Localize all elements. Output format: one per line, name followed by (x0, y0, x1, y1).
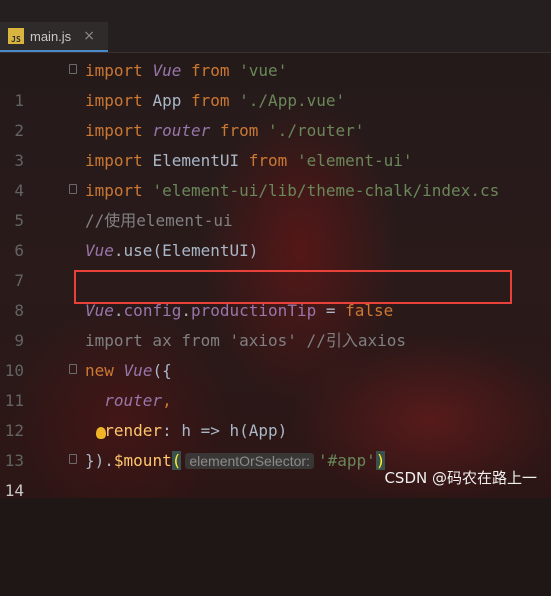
keyword: import (85, 91, 143, 110)
matched-paren: ( (171, 451, 182, 470)
identifier: ElementUI (152, 151, 240, 170)
line-number: 14 (4, 481, 24, 500)
keyword: from (190, 91, 230, 110)
identifier: router (152, 121, 211, 140)
keyword: new (85, 361, 114, 380)
code-line: 13 render: h => h(App) (0, 416, 551, 470)
code-line: 12 router, (0, 386, 551, 440)
punctuation: }). (85, 451, 114, 470)
method-key: render (104, 421, 163, 440)
keyword: import (85, 121, 143, 140)
keyword: import (85, 151, 143, 170)
string: './App.vue' (239, 91, 346, 110)
close-icon[interactable]: × (83, 28, 95, 44)
fold-icon[interactable] (69, 64, 77, 74)
code-line: 2 import App from './App.vue' (0, 86, 551, 140)
string: './router' (268, 121, 365, 140)
string: 'element-ui' (296, 151, 413, 170)
keyword: from (190, 61, 230, 80)
identifier: Vue (152, 61, 182, 80)
method-name: $mount (113, 451, 172, 470)
code-line: 3 import router from './router' (0, 116, 551, 170)
identifier: Vue (123, 361, 153, 380)
keyword: from (219, 121, 259, 140)
code-line: 5 import 'element-ui/lib/theme-chalk/ind… (0, 176, 551, 230)
fold-icon[interactable] (69, 184, 77, 194)
tab-filename: main.js (30, 28, 72, 44)
watermark: CSDN @码农在路上一 (384, 469, 537, 487)
fold-icon[interactable] (69, 364, 77, 374)
code-line: 4 import ElementUI from 'element-ui' (0, 146, 551, 200)
identifier: App (152, 91, 182, 110)
code-line: 7 Vue.use(ElementUI) (0, 236, 551, 290)
keyword: import (85, 181, 143, 200)
annotation-highlight-box (74, 270, 512, 304)
keyword: import (85, 61, 143, 80)
editor-tab-bar: JS main.js × (0, 0, 551, 53)
arrow-function: : h => h(App) (162, 421, 288, 440)
code-line: 11 new Vue({ (0, 356, 551, 410)
identifier: Vue (85, 241, 114, 260)
comment: //使用element-ui (85, 211, 233, 230)
string: 'vue' (239, 61, 288, 80)
punctuation: , (162, 391, 172, 410)
code-line: 1 import Vue from 'vue' (0, 56, 551, 110)
parameter-hint: elementOrSelector: (185, 453, 314, 469)
code-line: 6 //使用element-ui (0, 206, 551, 260)
fold-icon[interactable] (69, 454, 77, 464)
js-file-icon: JS (8, 28, 24, 44)
string: '#app' (317, 451, 376, 470)
unused-import: import ax from 'axios' //引入axios (85, 331, 406, 350)
method-call: .use(ElementUI) (113, 241, 259, 260)
property: router (104, 391, 163, 410)
lightbulb-icon[interactable] (96, 427, 106, 439)
tab-main-js[interactable]: JS main.js × (0, 22, 108, 52)
punctuation: ({ (152, 361, 172, 380)
string: 'element-ui/lib/theme-chalk/index.cs (152, 181, 500, 200)
code-line: 10 import ax from 'axios' //引入axios (0, 326, 551, 380)
keyword: from (248, 151, 288, 170)
